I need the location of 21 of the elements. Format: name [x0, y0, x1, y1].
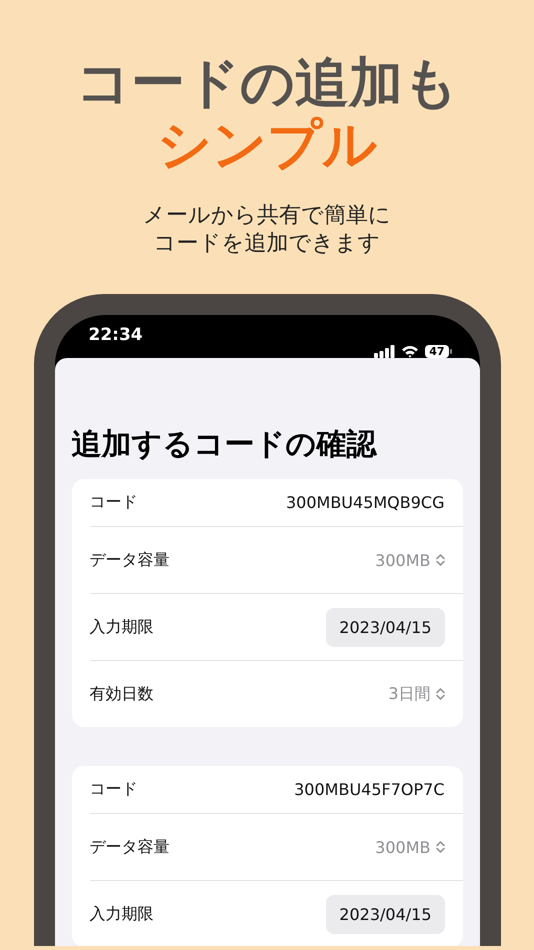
field-label: 有効日数	[90, 684, 154, 704]
field-label: 入力期限	[90, 616, 154, 638]
subtitle: メールから共有で簡単に	[143, 202, 391, 230]
sheet-title: 追加するコードの確認	[72, 426, 378, 464]
field-label: データ容量	[90, 836, 170, 858]
battery-level: 47	[425, 345, 448, 358]
date-button[interactable]: 2023/04/15	[326, 608, 444, 646]
subtitle: コードを追加できます	[154, 230, 380, 258]
headline-highlight: シンプル	[157, 114, 377, 176]
picker-button[interactable]: 3日間	[388, 684, 444, 704]
field-label: データ容量	[90, 550, 170, 570]
field-label: 入力期限	[90, 904, 154, 924]
date-button[interactable]: 2023/04/15	[326, 894, 444, 934]
field-label: コード	[90, 779, 138, 800]
picker-button[interactable]: 300MB	[375, 838, 444, 856]
code-value: 300MBU45F7OP7C	[294, 780, 444, 799]
field-label: コード	[90, 492, 138, 513]
picker-button[interactable]: 300MB	[375, 550, 444, 570]
headline: コードの追加も	[76, 52, 458, 114]
status-time: 22:34	[88, 325, 143, 345]
code-value: 300MBU45MQB9CG	[286, 493, 444, 512]
